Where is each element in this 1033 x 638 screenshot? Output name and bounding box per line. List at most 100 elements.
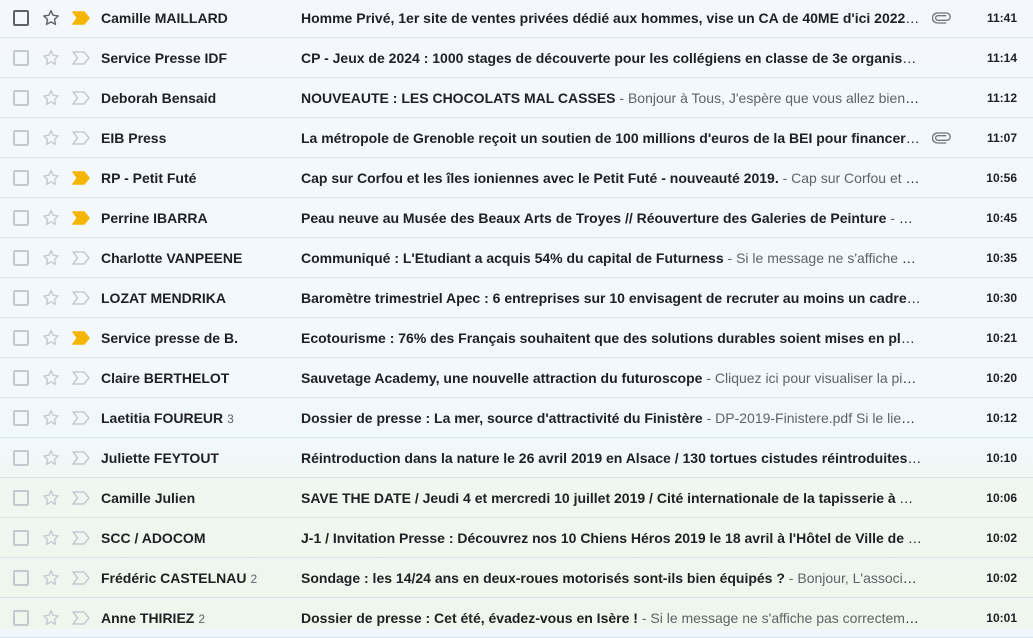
- important-marker-icon[interactable]: [71, 250, 91, 266]
- email-preview: Peau neuve au Musée des Beaux Arts de Tr…: [301, 198, 922, 238]
- email-row-11[interactable]: Juliette FEYTOUT Réintroduction dans la …: [0, 438, 1033, 478]
- email-row-13[interactable]: SCC / ADOCOM J-1 / Invitation Presse : D…: [0, 518, 1033, 558]
- star-icon[interactable]: [41, 288, 61, 308]
- email-preview: La métropole de Grenoble reçoit un souti…: [301, 118, 922, 158]
- email-subject: Réintroduction dans la nature le 26 avri…: [301, 450, 922, 466]
- checkbox-icon[interactable]: [13, 450, 29, 466]
- email-subject: Communiqué : L'Etudiant a acquis 54% du …: [301, 250, 724, 266]
- email-subject: Homme Privé, 1er site de ventes privées …: [301, 10, 906, 26]
- sender-name: Juliette FEYTOUT: [101, 450, 219, 466]
- star-icon[interactable]: [41, 168, 61, 188]
- email-time: 10:56: [986, 171, 1017, 185]
- important-marker-icon[interactable]: [71, 530, 91, 546]
- email-row-15[interactable]: Anne THIRIEZ 2 Dossier de presse : Cet ét…: [0, 598, 1033, 638]
- email-row-4[interactable]: RP - Petit Futé Cap sur Corfou et les îl…: [0, 158, 1033, 198]
- checkbox-icon[interactable]: [13, 490, 29, 506]
- star-icon[interactable]: [41, 128, 61, 148]
- sender-name: SCC / ADOCOM: [101, 530, 206, 546]
- checkbox-icon[interactable]: [13, 50, 29, 66]
- star-icon[interactable]: [41, 208, 61, 228]
- important-marker-icon[interactable]: [71, 90, 91, 106]
- star-icon[interactable]: [41, 408, 61, 428]
- sender-name: Anne THIRIEZ: [101, 610, 195, 626]
- checkbox-icon[interactable]: [13, 10, 29, 26]
- star-icon[interactable]: [41, 8, 61, 28]
- email-row-1[interactable]: Service Presse IDF CP - Jeux de 2024 : 1…: [0, 38, 1033, 78]
- checkbox-icon[interactable]: [13, 330, 29, 346]
- email-preview: Sauvetage Academy, une nouvelle attracti…: [301, 358, 922, 398]
- sender-name: Claire BERTHELOT: [101, 370, 230, 386]
- email-row-14[interactable]: Frédéric CASTELNAU 2 Sondage : les 14/24 …: [0, 558, 1033, 598]
- checkbox-icon[interactable]: [13, 170, 29, 186]
- email-time: 10:02: [986, 571, 1017, 585]
- email-subject: Dossier de presse : Cet été, évadez-vous…: [301, 610, 638, 626]
- sender-name: Laetitia FOUREUR: [101, 410, 224, 426]
- email-snippet: - Si le ...: [890, 210, 922, 226]
- important-marker-icon[interactable]: [71, 370, 91, 386]
- important-marker-icon[interactable]: [71, 610, 91, 626]
- star-icon[interactable]: [41, 528, 61, 548]
- star-icon[interactable]: [41, 248, 61, 268]
- checkbox-icon[interactable]: [13, 90, 29, 106]
- checkbox-icon[interactable]: [13, 530, 29, 546]
- important-marker-icon[interactable]: [71, 130, 91, 146]
- paperclip-icon: [932, 132, 951, 144]
- email-preview: CP - Jeux de 2024 : 1000 stages de décou…: [301, 38, 922, 78]
- email-time: 10:45: [986, 211, 1017, 225]
- email-list: Camille MAILLARD Homme Privé, 1er site d…: [0, 0, 1033, 638]
- checkbox-icon[interactable]: [13, 130, 29, 146]
- checkbox-icon[interactable]: [13, 290, 29, 306]
- email-row-7[interactable]: LOZAT MENDRIKA Baromètre trimestriel Ape…: [0, 278, 1033, 318]
- sender-name: RP - Petit Futé: [101, 170, 197, 186]
- important-marker-icon[interactable]: [71, 450, 91, 466]
- email-row-10[interactable]: Laetitia FOUREUR 3 Dossier de presse : La…: [0, 398, 1033, 438]
- important-marker-icon[interactable]: [71, 570, 91, 586]
- email-subject: Dossier de presse : La mer, source d'att…: [301, 410, 703, 426]
- email-preview: SAVE THE DATE / Jeudi 4 et mercredi 10 j…: [301, 478, 922, 518]
- email-row-2[interactable]: Deborah Bensaid NOUVEAUTE : LES CHOCOLAT…: [0, 78, 1033, 118]
- email-preview: NOUVEAUTE : LES CHOCOLATS MAL CASSES - B…: [301, 78, 922, 118]
- star-icon[interactable]: [41, 488, 61, 508]
- important-marker-icon[interactable]: [71, 330, 91, 346]
- star-icon[interactable]: [41, 368, 61, 388]
- star-icon[interactable]: [41, 608, 61, 628]
- star-icon[interactable]: [41, 88, 61, 108]
- email-subject: Sondage : les 14/24 ans en deux-roues mo…: [301, 570, 785, 586]
- email-preview: Ecotourisme : 76% des Français souhaiten…: [301, 318, 922, 358]
- important-marker-icon[interactable]: [71, 410, 91, 426]
- checkbox-icon[interactable]: [13, 250, 29, 266]
- email-time: 10:02: [986, 531, 1017, 545]
- important-marker-icon[interactable]: [71, 290, 91, 306]
- email-subject: SAVE THE DATE / Jeudi 4 et mercredi 10 j…: [301, 490, 922, 506]
- email-preview: Réintroduction dans la nature le 26 avri…: [301, 438, 922, 478]
- email-row-9[interactable]: Claire BERTHELOT Sauvetage Academy, une …: [0, 358, 1033, 398]
- email-snippet: - Si le message ne s'affiche pas ...: [723, 250, 923, 266]
- email-row-8[interactable]: Service presse de B. Ecotourisme : 76% d…: [0, 318, 1033, 358]
- star-icon[interactable]: [41, 328, 61, 348]
- email-row-12[interactable]: Camille Julien SAVE THE DATE / Jeudi 4 e…: [0, 478, 1033, 518]
- checkbox-icon[interactable]: [13, 370, 29, 386]
- sender-name: Frédéric CASTELNAU: [101, 570, 247, 586]
- important-marker-icon[interactable]: [71, 170, 91, 186]
- email-row-6[interactable]: Charlotte VANPEENE Communiqué : L'Etudia…: [0, 238, 1033, 278]
- star-icon[interactable]: [41, 48, 61, 68]
- important-marker-icon[interactable]: [71, 10, 91, 26]
- checkbox-icon[interactable]: [13, 610, 29, 626]
- email-subject: J-1 / Invitation Presse : Découvrez nos …: [301, 530, 922, 546]
- checkbox-icon[interactable]: [13, 210, 29, 226]
- important-marker-icon[interactable]: [71, 50, 91, 66]
- email-subject: Ecotourisme : 76% des Français souhaiten…: [301, 330, 922, 346]
- star-icon[interactable]: [41, 448, 61, 468]
- email-preview: Homme Privé, 1er site de ventes privées …: [301, 0, 922, 38]
- important-marker-icon[interactable]: [71, 210, 91, 226]
- star-icon[interactable]: [41, 568, 61, 588]
- checkbox-icon[interactable]: [13, 570, 29, 586]
- checkbox-icon[interactable]: [13, 410, 29, 426]
- important-marker-icon[interactable]: [71, 490, 91, 506]
- thread-count: 3: [227, 412, 234, 426]
- email-preview: Dossier de presse : La mer, source d'att…: [301, 398, 922, 438]
- email-snippet: - Bonjour à Tous, J'espère que vous alle…: [615, 90, 922, 106]
- email-row-3[interactable]: EIB Press La métropole de Grenoble reçoi…: [0, 118, 1033, 158]
- email-row-0[interactable]: Camille MAILLARD Homme Privé, 1er site d…: [0, 0, 1033, 38]
- email-row-5[interactable]: Perrine IBARRA Peau neuve au Musée des B…: [0, 198, 1033, 238]
